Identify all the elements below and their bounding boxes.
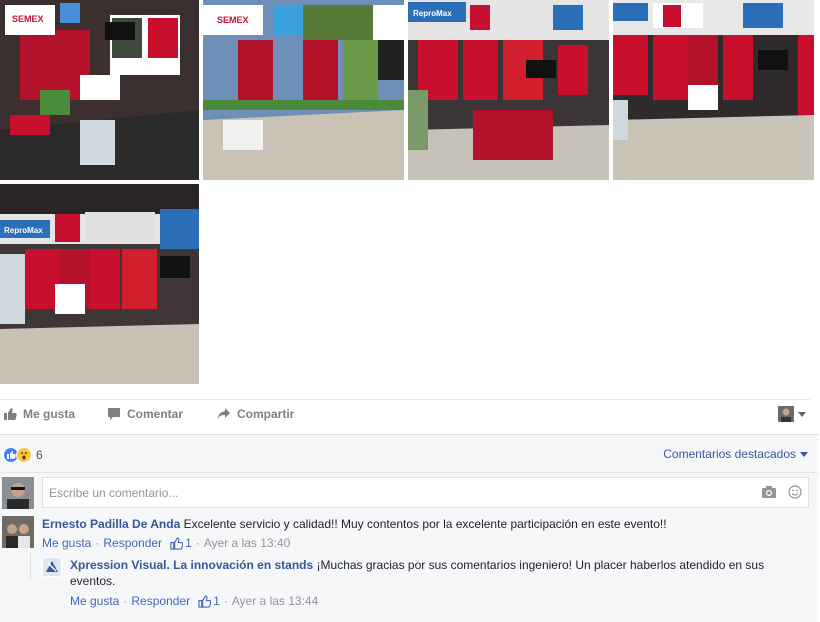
comment-like-link[interactable]: Me gusta	[42, 536, 91, 550]
comment-button[interactable]: Comentar	[107, 407, 183, 421]
like-button[interactable]: Me gusta	[3, 407, 75, 421]
wow-reaction-icon	[16, 447, 32, 463]
thumbs-up-icon	[170, 536, 184, 550]
brand-text: ReproMax	[4, 226, 43, 235]
booth-photo-1[interactable]: SEMEX	[0, 0, 199, 180]
comment-actions: Me gusta · Responder 1 · Ayer a las 13:4…	[70, 594, 319, 608]
share-arrow-icon	[218, 408, 230, 419]
brand-text: SEMEX	[12, 14, 44, 24]
booth-photo-3[interactable]: ReproMax	[408, 0, 609, 180]
chevron-down-icon	[798, 411, 806, 417]
camera-icon[interactable]	[762, 486, 776, 498]
comment-timestamp[interactable]: Ayer a las 13:40	[204, 536, 291, 550]
current-user-avatar[interactable]	[2, 477, 34, 509]
brand-text: SEMEX	[217, 15, 249, 25]
comment-body: Ernesto Padilla De Anda Excelente servic…	[42, 516, 802, 532]
share-label: Compartir	[237, 407, 295, 421]
share-button[interactable]: Compartir	[217, 407, 294, 421]
comment-timestamp[interactable]: Ayer a las 13:44	[232, 594, 319, 608]
comment-author[interactable]: Ernesto Padilla De Anda	[42, 517, 180, 531]
action-bar: Me gusta Comentar Compartir	[0, 399, 810, 431]
chevron-down-icon	[800, 451, 808, 457]
comment-label: Comentar	[127, 407, 184, 421]
comment-icon	[108, 408, 120, 420]
comment-like-link[interactable]: Me gusta	[70, 594, 119, 608]
booth-photo-4[interactable]	[613, 0, 814, 180]
comments-section: 6 Comentarios destacados Ernesto Padilla…	[0, 434, 818, 622]
brand-text: ReproMax	[413, 9, 452, 18]
comment-author[interactable]: Xpression Visual. La innovación en stand…	[70, 558, 313, 572]
comment-like-count[interactable]: 1	[213, 594, 220, 608]
booth-photo-5[interactable]: ReproMax	[0, 184, 199, 384]
comment-text: Excelente servicio y calidad!! Muy conte…	[183, 517, 667, 531]
emoji-icon[interactable]	[788, 485, 802, 499]
viewer-avatar	[778, 406, 794, 422]
thumbs-up-icon	[4, 408, 17, 420]
divider	[0, 472, 818, 473]
reply-body: Xpression Visual. La innovación en stand…	[70, 557, 790, 589]
comment-input[interactable]	[43, 478, 733, 507]
comment-sort-dropdown[interactable]: Comentarios destacados	[663, 447, 808, 461]
page-avatar[interactable]	[42, 557, 62, 577]
like-label: Me gusta	[23, 407, 76, 421]
post-as-selector[interactable]	[778, 406, 806, 422]
reactions-summary[interactable]: 6	[3, 447, 43, 463]
comment-reply-link[interactable]: Responder	[103, 536, 162, 550]
comment-like-count[interactable]: 1	[185, 536, 192, 550]
booth-photo-2[interactable]: SEMEX	[203, 0, 404, 180]
comment-composer	[42, 477, 809, 508]
reply-thread-line	[30, 553, 31, 578]
commenter-avatar[interactable]	[2, 516, 34, 548]
comment-actions: Me gusta · Responder 1 · Ayer a las 13:4…	[42, 536, 291, 550]
thumbs-up-icon	[198, 594, 212, 608]
comment-reply-link[interactable]: Responder	[131, 594, 190, 608]
comment-sort-label: Comentarios destacados	[663, 447, 796, 461]
reaction-count[interactable]: 6	[36, 448, 43, 462]
